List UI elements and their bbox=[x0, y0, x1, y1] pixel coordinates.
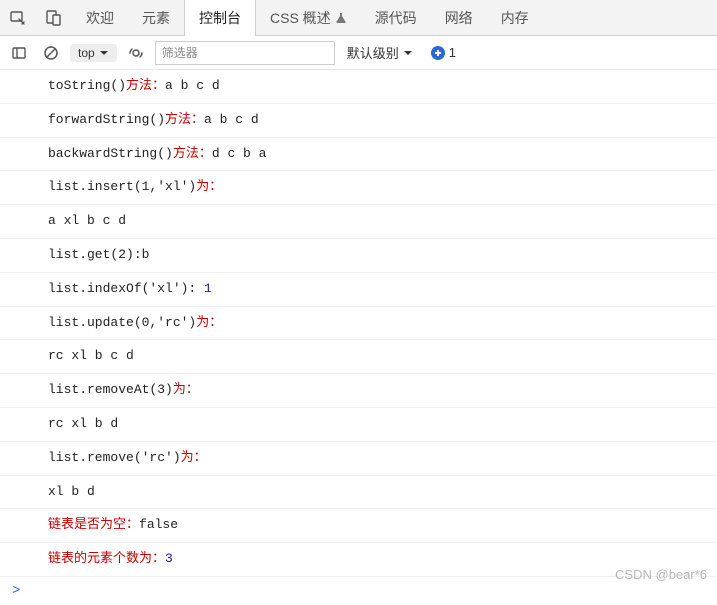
tab-label: CSS 概述 bbox=[270, 8, 331, 28]
log-level-label: 默认级别 bbox=[347, 43, 399, 62]
tab-label: 源代码 bbox=[375, 8, 417, 28]
log-row: list.insert(1,'xl')为： bbox=[0, 171, 717, 205]
issues-count: 1 bbox=[449, 45, 456, 60]
tab-memory[interactable]: 内存 bbox=[487, 0, 543, 36]
log-row: list.indexOf('xl'): 1 bbox=[0, 273, 717, 307]
device-toolbar-icon[interactable] bbox=[36, 0, 72, 36]
tab-css-overview[interactable]: CSS 概述 bbox=[256, 0, 361, 36]
log-row: list.get(2):b bbox=[0, 239, 717, 273]
flask-icon bbox=[335, 12, 347, 24]
console-toolbar: top 默认级别 1 bbox=[0, 36, 717, 70]
log-row: toString()方法：a b c d bbox=[0, 70, 717, 104]
context-label: top bbox=[78, 46, 95, 60]
log-row: forwardString()方法：a b c d bbox=[0, 104, 717, 138]
issues-dot-icon bbox=[431, 46, 445, 60]
tab-bar: 欢迎 元素 控制台 CSS 概述 源代码 网络 内存 bbox=[0, 0, 717, 36]
tab-elements[interactable]: 元素 bbox=[128, 0, 184, 36]
sidebar-toggle-icon[interactable] bbox=[6, 40, 32, 66]
clear-console-icon[interactable] bbox=[38, 40, 64, 66]
log-row: 链表的元素个数为：3 bbox=[0, 543, 717, 577]
tab-sources[interactable]: 源代码 bbox=[361, 0, 431, 36]
chevron-down-icon bbox=[403, 48, 413, 58]
log-row: list.remove('rc')为： bbox=[0, 442, 717, 476]
tab-label: 欢迎 bbox=[86, 8, 114, 28]
log-row: list.update(0,'rc')为： bbox=[0, 307, 717, 341]
tab-network[interactable]: 网络 bbox=[431, 0, 487, 36]
tab-label: 内存 bbox=[501, 8, 529, 28]
tab-label: 元素 bbox=[142, 8, 170, 28]
log-row: list.removeAt(3)为： bbox=[0, 374, 717, 408]
log-row: a xl b c d bbox=[0, 205, 717, 239]
watermark: CSDN @bear*6 bbox=[615, 567, 707, 582]
tab-welcome[interactable]: 欢迎 bbox=[72, 0, 128, 36]
prompt-caret: > bbox=[12, 583, 20, 599]
log-row: backwardString()方法：d c b a bbox=[0, 138, 717, 172]
tab-label: 网络 bbox=[445, 8, 473, 28]
issues-badge[interactable]: 1 bbox=[425, 45, 462, 60]
tab-console[interactable]: 控制台 bbox=[184, 0, 256, 36]
log-row: rc xl b c d bbox=[0, 340, 717, 374]
live-expression-icon[interactable] bbox=[123, 40, 149, 66]
log-level-selector[interactable]: 默认级别 bbox=[341, 43, 419, 62]
log-row: 链表是否为空：false bbox=[0, 509, 717, 543]
context-selector[interactable]: top bbox=[70, 44, 117, 62]
filter-input[interactable] bbox=[155, 41, 335, 65]
log-row: rc xl b d bbox=[0, 408, 717, 442]
log-row: xl b d bbox=[0, 476, 717, 510]
console-prompt[interactable]: > bbox=[0, 577, 717, 605]
tab-label: 控制台 bbox=[199, 8, 241, 28]
inspect-element-icon[interactable] bbox=[0, 0, 36, 36]
console-log-area: toString()方法：a b c dforwardString()方法：a … bbox=[0, 70, 717, 577]
chevron-down-icon bbox=[99, 48, 109, 58]
